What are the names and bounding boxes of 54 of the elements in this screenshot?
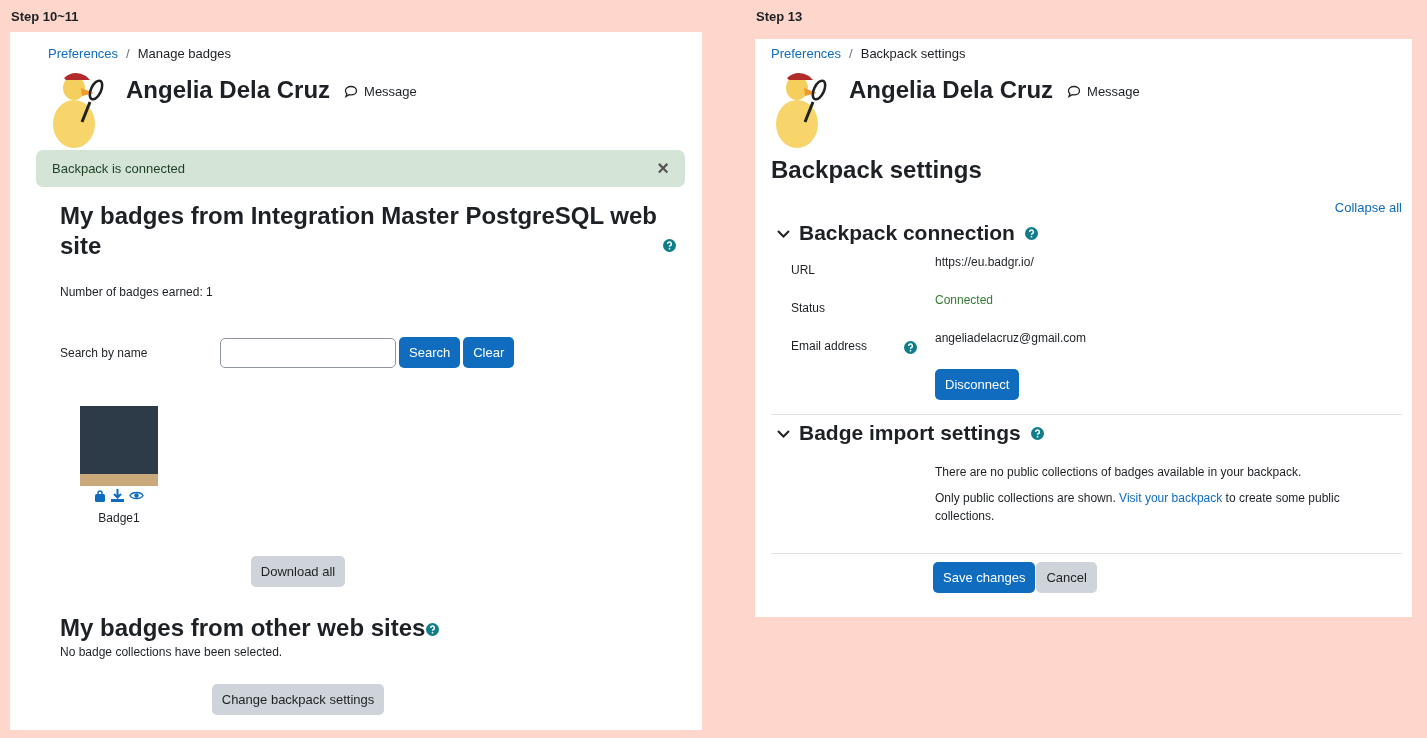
info-paragraph: There are no public collections of badges available in your backpack. bbox=[935, 464, 1303, 481]
field-label: Email address bbox=[790, 338, 869, 355]
status-text: Connected bbox=[935, 293, 994, 309]
badge-name: Badge1 bbox=[98, 511, 140, 525]
field-value: angeliadelacruz@gmail.com bbox=[935, 331, 1086, 347]
help-icon[interactable] bbox=[663, 239, 676, 252]
field-label: URL bbox=[790, 262, 816, 279]
info-paragraph: Only public collections are shown. Visit your backpack to create some public collections. bbox=[935, 490, 1341, 525]
help-icon[interactable] bbox=[426, 623, 440, 637]
search-form-button[interactable]: Clear bbox=[463, 337, 515, 368]
chat-bubble-icon bbox=[1067, 85, 1082, 98]
page-title: Backpack settings bbox=[771, 156, 983, 184]
badge-count: Number of badges earned: 1 bbox=[59, 285, 214, 299]
bag-icon[interactable] bbox=[94, 489, 106, 502]
chat-bubble-icon bbox=[344, 85, 359, 98]
section-title[interactable]: Backpack connection bbox=[799, 221, 1015, 245]
help-icon[interactable] bbox=[1024, 226, 1038, 240]
breadcrumb-link[interactable]: Preferences bbox=[48, 46, 119, 61]
message-link[interactable]: Message bbox=[1067, 84, 1140, 99]
section-title[interactable]: Badge import settings bbox=[799, 421, 1021, 445]
section-heading: My badges from Integration Master PostgreSQL web site bbox=[60, 201, 658, 261]
message-link[interactable]: Message bbox=[344, 84, 417, 99]
eye-icon[interactable] bbox=[129, 490, 144, 501]
section-heading: My badges from other web sites bbox=[60, 614, 426, 641]
breadcrumb-separator: / bbox=[849, 46, 853, 61]
close-button[interactable]: × bbox=[657, 157, 669, 180]
help-icon[interactable] bbox=[904, 341, 917, 355]
chevron-icon[interactable] bbox=[777, 428, 790, 438]
download-icon[interactable] bbox=[111, 489, 124, 502]
user-name: Angelia Dela Cruz bbox=[849, 76, 1054, 104]
breadcrumb-separator: / bbox=[126, 46, 130, 61]
breadcrumb-current: Backpack settings bbox=[860, 46, 966, 61]
breadcrumb-link[interactable]: Preferences bbox=[771, 46, 842, 61]
field-value: https://eu.badgr.io/ bbox=[935, 255, 1034, 271]
step-label: Step 13 bbox=[755, 7, 804, 26]
chevron-icon[interactable] bbox=[777, 228, 790, 238]
alert-text: Backpack is connected bbox=[52, 161, 185, 176]
backpack-settings-button[interactable]: Change backpack settings bbox=[211, 684, 385, 715]
help-icon[interactable] bbox=[1030, 426, 1044, 440]
disconnect-button[interactable]: Disconnect bbox=[935, 369, 1020, 400]
photo-placeholder[interactable] bbox=[80, 406, 158, 486]
user-name: Angelia Dela Cruz bbox=[126, 76, 331, 104]
search-label: Search by name bbox=[60, 345, 149, 360]
backpack-link[interactable]: Visit your backpack bbox=[1119, 491, 1223, 505]
empty-message: No badge collections have been selected. bbox=[59, 645, 284, 659]
form-button[interactable]: Save changes bbox=[933, 562, 1036, 593]
breadcrumb-current: Manage badges bbox=[137, 46, 231, 61]
form-button[interactable]: Cancel bbox=[1036, 562, 1097, 593]
search-form-button[interactable]: Search bbox=[399, 337, 461, 368]
search-field[interactable] bbox=[220, 337, 396, 368]
download-all-button[interactable]: Download all bbox=[250, 556, 346, 587]
field-label: Status bbox=[790, 300, 827, 317]
step-label: Step 10~11 bbox=[10, 7, 80, 26]
collapse-all-link[interactable]: Collapse all bbox=[1334, 200, 1402, 215]
